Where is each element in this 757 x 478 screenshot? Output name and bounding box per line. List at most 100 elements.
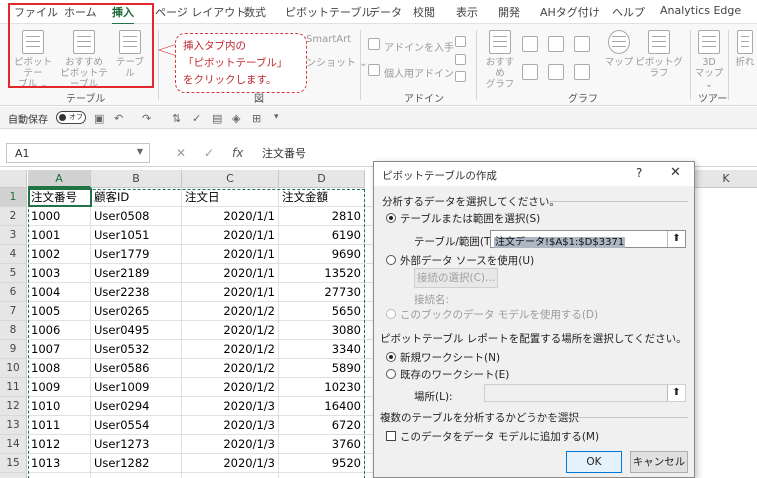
cancel-icon[interactable]: ✕ — [176, 146, 186, 160]
get-addins-button[interactable]: アドインを入手 — [384, 39, 454, 54]
hierarchy-chart-icon[interactable] — [548, 36, 564, 52]
collapse-location-icon[interactable]: ⬆ — [667, 385, 685, 401]
row-header[interactable]: 7 — [0, 302, 27, 321]
recommended-charts-button[interactable]: おすすめ グラフ — [482, 30, 518, 90]
store-icon — [368, 38, 380, 50]
statistic-chart-icon[interactable] — [574, 36, 590, 52]
option-new-worksheet[interactable]: 新規ワークシート(N) — [400, 350, 500, 365]
range-input[interactable]: 注文データ!$A$1:$D$3371 ⬆ — [490, 230, 686, 248]
row-header[interactable]: 11 — [0, 378, 27, 397]
create-pivot-dialog: ピボットテーブルの作成 ? ✕ 分析するデータを選択してください。 テーブルまた… — [373, 161, 695, 478]
3d-map-button[interactable]: 3D マップ⌄ — [694, 30, 724, 90]
enter-icon[interactable]: ✓ — [204, 146, 214, 160]
tab-developer[interactable]: 開発 — [498, 4, 520, 20]
row-header[interactable]: 4 — [0, 245, 27, 264]
save-icon[interactable]: ▣ — [94, 112, 104, 125]
formula-input[interactable]: 注文番号 — [262, 145, 306, 161]
group-divider — [690, 30, 691, 100]
option-existing-worksheet[interactable]: 既存のワークシート(E) — [400, 367, 509, 382]
row-header[interactable]: 6 — [0, 283, 27, 302]
column-header-c[interactable]: C — [182, 170, 279, 188]
tab-analytics-edge[interactable]: Analytics Edge — [660, 4, 741, 17]
shape-icon[interactable]: ◈ — [232, 112, 240, 125]
globe-icon — [608, 30, 630, 54]
map-chart-button[interactable]: マップ — [604, 30, 634, 68]
row-header[interactable]: 15 — [0, 454, 27, 473]
option-table-range[interactable]: テーブルまたは範囲を選択(S) — [400, 211, 540, 226]
radio-existing-worksheet[interactable] — [386, 369, 396, 379]
sparkline-button[interactable]: 折れ — [734, 30, 756, 68]
tab-review[interactable]: 校閲 — [413, 4, 435, 20]
radio-new-worksheet[interactable] — [386, 352, 396, 362]
tab-page-layout[interactable]: ページ レイアウト — [155, 4, 246, 20]
section-divider — [550, 201, 688, 202]
column-header-k[interactable]: K — [695, 170, 757, 188]
customize-qat-icon[interactable]: ▾ — [274, 112, 279, 122]
column-header-d[interactable]: D — [279, 170, 365, 188]
pie-chart-icon[interactable] — [548, 64, 564, 80]
section-divider — [534, 417, 688, 418]
select-all-corner[interactable] — [0, 170, 27, 188]
recommended-charts-label: おすすめ グラフ — [485, 57, 515, 90]
row-header[interactable]: 10 — [0, 359, 27, 378]
range-label: テーブル/範囲(T): — [414, 236, 499, 248]
sort-icon[interactable]: ⇅ — [172, 112, 181, 125]
ok-button[interactable]: OK — [566, 451, 622, 473]
autosave-toggle[interactable]: オフ — [56, 111, 86, 124]
highlight-box — [8, 3, 154, 88]
insert-function-icon[interactable]: fx — [232, 146, 243, 160]
add-to-model-label[interactable]: このデータをデータ モデルに追加する(M) — [400, 429, 599, 444]
row-header[interactable]: 3 — [0, 226, 27, 245]
tab-help[interactable]: ヘルプ — [612, 4, 645, 20]
radio-external-source[interactable] — [386, 255, 396, 265]
range-value: 注文データ!$A$1:$D$3371 — [494, 237, 626, 248]
row-header[interactable]: 1 — [0, 188, 27, 207]
column-header-b[interactable]: B — [91, 170, 182, 188]
column-header-a[interactable]: A — [28, 170, 91, 188]
row-header[interactable]: 8 — [0, 321, 27, 340]
section-select-data: 分析するデータを選択してください。 — [382, 196, 560, 208]
location-input[interactable]: ⬆ — [484, 384, 686, 402]
collapse-dialog-icon[interactable]: ⬆ — [667, 231, 685, 247]
quick-access-toolbar: 自動保存 オフ ▣ ↶ ↷ ⇅ ✓ ▤ ◈ ⊞ ▾ — [0, 107, 757, 129]
row-header[interactable]: 16 — [0, 473, 27, 478]
close-icon[interactable]: ✕ — [670, 165, 681, 180]
radio-table-range[interactable] — [386, 213, 396, 223]
name-box[interactable]: A1 ▼ — [6, 143, 150, 163]
option-data-model[interactable]: このブックのデータ モデルを使用する(D) — [400, 307, 598, 322]
radio-data-model[interactable] — [386, 309, 396, 319]
selection-marquee — [28, 189, 365, 478]
redo-icon[interactable]: ↷ — [142, 112, 151, 125]
my-addins-button[interactable]: 個人用アドイン ⌄ — [384, 65, 466, 80]
line-chart-icon[interactable] — [522, 64, 538, 80]
tab-view[interactable]: 表示 — [456, 4, 478, 20]
row-header[interactable]: 2 — [0, 207, 27, 226]
tab-data[interactable]: データ — [369, 4, 402, 20]
option-external-source[interactable]: 外部データ ソースを使用(U) — [400, 253, 534, 268]
cancel-button[interactable]: キャンセル — [630, 451, 688, 473]
tab-pivot[interactable]: ピボットテーブル — [285, 4, 372, 20]
add-to-model-checkbox[interactable] — [386, 431, 396, 441]
row-header[interactable]: 5 — [0, 264, 27, 283]
column-chart-icon[interactable] — [522, 36, 538, 52]
chevron-down-icon[interactable]: ▼ — [137, 147, 143, 156]
connection-name-label: 接続名: — [414, 294, 450, 306]
scatter-chart-icon[interactable] — [574, 64, 590, 80]
screenshot-button[interactable]: ンショット ⌄ — [306, 54, 368, 69]
tab-formulas[interactable]: 数式 — [244, 4, 266, 20]
undo-icon[interactable]: ↶ — [114, 112, 123, 125]
picture-icon[interactable]: ▤ — [212, 112, 222, 125]
spelling-icon[interactable]: ✓ — [192, 112, 201, 125]
tab-ah-tagging[interactable]: AHタグ付け — [540, 4, 600, 20]
row-header[interactable]: 12 — [0, 397, 27, 416]
row-header[interactable]: 9 — [0, 340, 27, 359]
pivot-chart-button[interactable]: ピボットグラフ — [634, 30, 684, 79]
addin-icon-2 — [455, 54, 466, 65]
hierarchy-icon[interactable]: ⊞ — [252, 112, 261, 125]
row-header[interactable]: 14 — [0, 435, 27, 454]
sparkline-label: 折れ — [735, 57, 755, 68]
help-icon[interactable]: ? — [636, 166, 642, 180]
row-header[interactable]: 13 — [0, 416, 27, 435]
smartart-button[interactable]: SmartArt — [306, 34, 351, 45]
choose-connection-button[interactable]: 接続の選択(C)... — [414, 268, 498, 288]
